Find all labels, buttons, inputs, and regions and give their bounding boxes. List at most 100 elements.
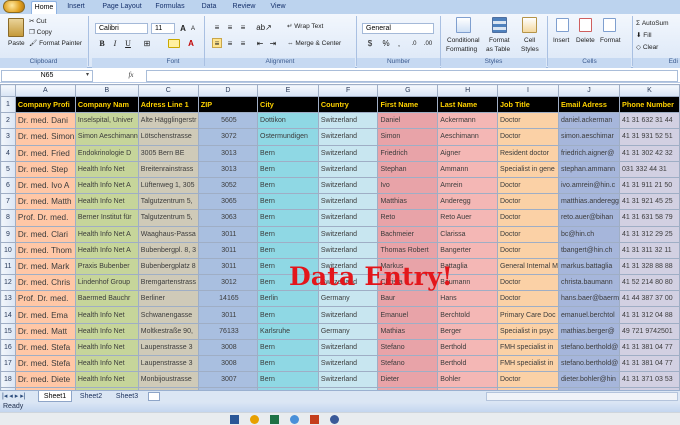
cell[interactable]: 3011 (197, 225, 259, 243)
insert-sheet-icon[interactable] (148, 392, 160, 401)
cell[interactable]: 41 52 214 80 80 (619, 274, 680, 292)
cell[interactable]: bc@hin.ch (557, 225, 621, 243)
cell[interactable]: Bern (257, 354, 319, 373)
cell[interactable]: 3008 (197, 338, 259, 357)
cell[interactable]: Dieter (377, 371, 439, 389)
cell[interactable]: First Name (377, 95, 439, 114)
cell[interactable]: 41 31 302 42 32 (619, 144, 680, 162)
cell[interactable]: Switzerland (317, 176, 379, 195)
cell[interactable]: Amrein (437, 176, 498, 195)
cell[interactable]: Endokrinologie D (74, 144, 139, 162)
horizontal-scrollbar[interactable] (486, 392, 678, 401)
cell-styles-icon[interactable] (522, 17, 537, 33)
cell[interactable]: Praxis Bubenber (74, 257, 139, 276)
cell[interactable]: Prof. Dr. med. (14, 209, 76, 227)
cell[interactable]: Schwanengasse (137, 306, 199, 324)
taskbar-app-icon[interactable] (290, 415, 299, 424)
column-header[interactable]: G (377, 84, 439, 97)
cell[interactable]: Dr. med. Thom (14, 241, 76, 259)
shrink-font-icon[interactable]: A (188, 23, 198, 33)
cell[interactable]: Ackermann (437, 112, 498, 130)
decrease-decimal-icon[interactable]: .00 (422, 38, 434, 48)
cell[interactable]: Friedrich (377, 144, 439, 162)
cell[interactable]: Health Info Net (74, 371, 139, 389)
cell[interactable]: FMH specialist in (496, 338, 559, 357)
row-header[interactable]: 4 (0, 144, 16, 162)
row-header[interactable]: 15 (0, 322, 16, 340)
cell[interactable]: Mathias (377, 322, 439, 340)
cell[interactable]: Switzerland (317, 354, 379, 373)
column-header[interactable]: J (557, 84, 621, 97)
cell[interactable]: 3005 Bern BE (137, 144, 199, 162)
cell[interactable]: 3013 (197, 144, 259, 162)
cell[interactable]: Switzerland (317, 112, 379, 130)
cell[interactable]: General Internal M (496, 257, 559, 276)
cell[interactable]: Berlin (257, 290, 319, 308)
column-header[interactable]: A (14, 84, 76, 97)
cell[interactable]: christa.baumann (557, 274, 621, 292)
row-header[interactable]: 14 (0, 306, 16, 324)
row-header[interactable]: 18 (0, 371, 16, 389)
cell[interactable]: Doctor (496, 274, 559, 292)
cell[interactable]: 41 31 312 29 25 (619, 225, 680, 243)
cell[interactable]: Berthold (437, 354, 498, 373)
taskbar-app-icon[interactable] (250, 415, 259, 424)
formula-input[interactable] (146, 70, 678, 82)
tab-insert[interactable]: Insert (63, 1, 89, 14)
cell[interactable]: Phone Number (619, 95, 680, 114)
cell[interactable]: Dr. med. Chris (14, 274, 76, 292)
font-size-select[interactable]: 11 (151, 23, 175, 34)
row-header[interactable]: 12 (0, 274, 16, 292)
cell[interactable]: Health Info Net (74, 306, 139, 324)
sheet-nav-arrows-icon[interactable]: |◂ ◂ ▸ ▸| (2, 391, 26, 402)
copy-button[interactable]: ❐ Copy (29, 28, 52, 37)
cell[interactable]: Country (317, 95, 379, 114)
cell[interactable]: Talgutzentrum 5, (137, 209, 199, 227)
cell[interactable]: Dottikon (257, 112, 319, 130)
cell[interactable]: 3012 (197, 274, 259, 292)
cell[interactable]: ivo.amrein@hin.c (557, 176, 621, 195)
cell[interactable]: Dr. med. Simon (14, 128, 76, 146)
cell[interactable]: Berthold (437, 338, 498, 357)
paste-button[interactable]: Paste (8, 39, 25, 48)
taskbar-app-icon[interactable] (230, 415, 239, 424)
cell[interactable]: Email Adress (557, 95, 621, 114)
cell[interactable]: 3013 (197, 160, 259, 178)
cell[interactable]: Bern (257, 176, 319, 195)
row-header[interactable]: 3 (0, 128, 16, 146)
cell[interactable]: Doctor (496, 290, 559, 308)
cell[interactable]: tbangert@hin.ch (557, 241, 621, 259)
cell[interactable]: Waaghaus-Passa (137, 225, 199, 243)
cell[interactable]: Specialist in psyc (496, 322, 559, 340)
cell[interactable]: reto.auer@bihan (557, 209, 621, 227)
cell[interactable]: Reto (377, 209, 439, 227)
cell[interactable]: Simon (377, 128, 439, 146)
cell[interactable]: 3011 (197, 257, 259, 276)
cell[interactable]: Switzerland (317, 193, 379, 211)
cell[interactable]: Germany (317, 290, 379, 308)
worksheet-grid[interactable]: ABCDEFGHIJK 1 Company Profi Company Nam Adr… (0, 84, 680, 390)
column-header[interactable]: C (137, 84, 199, 97)
cell[interactable]: Health Info Net (74, 338, 139, 357)
align-top-icon[interactable]: ≡ (212, 22, 222, 32)
cell[interactable]: Ivo (377, 176, 439, 195)
cell[interactable]: 41 31 632 31 44 (619, 112, 680, 130)
cell[interactable]: Matthias (377, 193, 439, 211)
cell[interactable]: Berliner (137, 290, 199, 308)
cell[interactable]: Health Info Net A (74, 225, 139, 243)
align-left-icon[interactable]: ≡ (212, 38, 222, 48)
cell[interactable]: Bubenbergpl. 8, 3 (137, 241, 199, 259)
cell[interactable]: friedrich.aigner@ (557, 144, 621, 162)
cell[interactable]: City (257, 95, 319, 114)
cell[interactable]: Stefano (377, 338, 439, 357)
insert-cells-icon[interactable] (556, 18, 569, 32)
cell[interactable]: Germany (317, 322, 379, 340)
cell[interactable]: Bern (257, 144, 319, 162)
bold-icon[interactable]: B (97, 38, 107, 48)
cell[interactable]: Stephan (377, 160, 439, 178)
row-header[interactable]: 10 (0, 241, 16, 259)
cell[interactable]: Lüftenweg 1, 305 (137, 176, 199, 195)
cell[interactable]: Health Info Net (74, 160, 139, 178)
cell[interactable]: 41 31 911 21 50 (619, 176, 680, 195)
cell[interactable]: Ostermundigen (257, 128, 319, 146)
